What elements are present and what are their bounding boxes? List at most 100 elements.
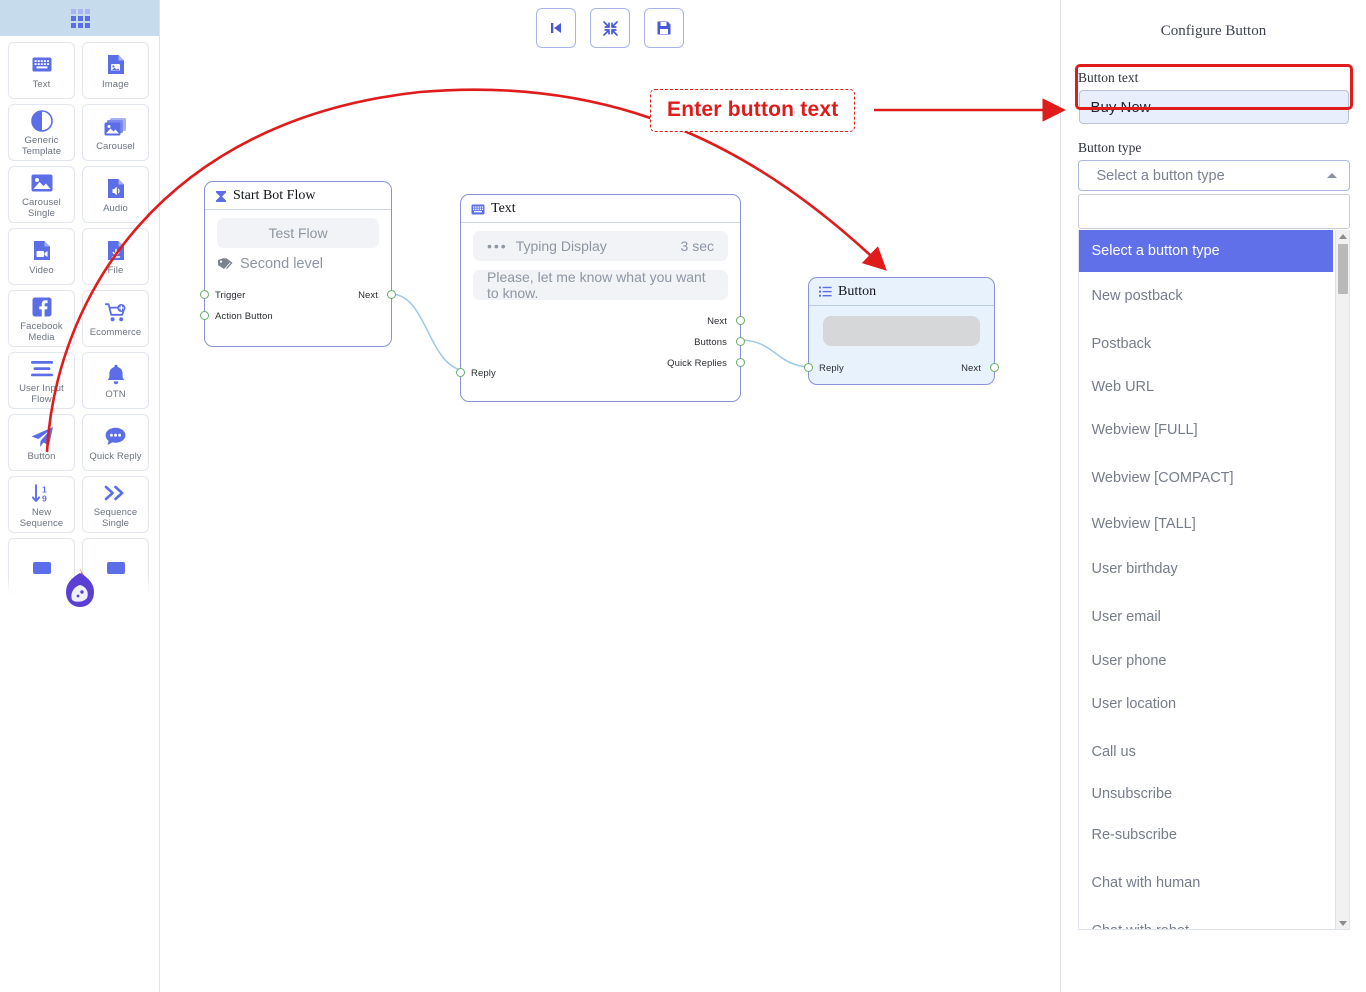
- button-type-option-call-us[interactable]: Call us: [1079, 728, 1333, 776]
- scrollbar-thumb[interactable]: [1337, 244, 1348, 294]
- button-type-option-webview-compact-[interactable]: Webview [COMPACT]: [1079, 454, 1333, 502]
- button-type-option-select-a-button-type[interactable]: Select a button type: [1078, 230, 1333, 272]
- node-tag: Second level: [217, 256, 379, 272]
- port-trigger[interactable]: [200, 290, 209, 299]
- port-label-next: Next: [707, 316, 727, 327]
- palette-grid: Text Image Generic Template Carousel Carouse…: [0, 36, 159, 595]
- palette-item-otn[interactable]: OTN: [82, 352, 149, 409]
- node-header: Start Bot Flow: [205, 182, 391, 210]
- palette-item-file[interactable]: File: [82, 228, 149, 285]
- node-button[interactable]: Button Reply Next: [804, 277, 999, 385]
- button-type-option-list[interactable]: Select a button type New postback Postback…: [1077, 230, 1350, 930]
- node-title: Button: [838, 284, 877, 299]
- palette-item-user-input-flow[interactable]: User Input Flow: [8, 352, 75, 409]
- facebook-icon: [32, 296, 52, 318]
- scroll-down-arrow-icon[interactable]: [1338, 921, 1347, 926]
- node-text[interactable]: Text ••• Typing Display 3 sec Please, le…: [456, 194, 745, 402]
- button-type-option-unsubscribe[interactable]: Unsubscribe: [1079, 776, 1333, 811]
- skip-backward-icon: [551, 23, 561, 33]
- port-label-buttons: Buttons: [694, 337, 727, 348]
- paper-plane-icon: [30, 426, 54, 448]
- button-type-option-webview-full-[interactable]: Webview [FULL]: [1079, 406, 1333, 454]
- palette-item-label: New Sequence: [19, 507, 64, 529]
- palette-item-generic-template[interactable]: Generic Template: [8, 104, 75, 161]
- test-flow-button[interactable]: Test Flow: [217, 218, 379, 248]
- button-type-option-user-email[interactable]: User email: [1079, 593, 1333, 641]
- button-type-option-postback[interactable]: Postback: [1079, 320, 1333, 368]
- palette-item-carousel-single[interactable]: Carousel Single: [8, 166, 75, 223]
- scroll-up-arrow-icon[interactable]: [1338, 234, 1347, 239]
- palette-item-facebook-media[interactable]: Facebook Media: [8, 290, 75, 347]
- palette-item-label: Carousel Single: [22, 197, 61, 219]
- floppy-disk-icon: [657, 21, 671, 35]
- node-start-bot-flow[interactable]: Start Bot Flow Test Flow Second level Tr…: [200, 181, 396, 347]
- port-action-button[interactable]: [200, 311, 209, 320]
- palette-item-new-sequence[interactable]: 1 9 New Sequence: [8, 476, 75, 533]
- port-reply[interactable]: [456, 368, 465, 377]
- message-text[interactable]: Please, let me know what you want to kno…: [473, 269, 728, 301]
- palette-item-label: Quick Reply: [89, 450, 142, 462]
- carousel-images-icon: [104, 116, 127, 138]
- fit-to-screen-button[interactable]: [590, 8, 630, 48]
- button-type-option-web-url[interactable]: Web URL: [1079, 368, 1333, 406]
- palette-item-sequence-single[interactable]: Sequence Single: [82, 476, 149, 533]
- button-type-label: Button type: [1078, 140, 1142, 155]
- palette-item-label: Carousel: [96, 140, 135, 152]
- palette-item-quick-reply[interactable]: Quick Reply: [82, 414, 149, 471]
- button-type-option-webview-tall-[interactable]: Webview [TALL]: [1079, 502, 1333, 545]
- configure-button-panel: Configure Button Button text Button type…: [1060, 0, 1366, 992]
- node-header: Text: [461, 195, 740, 223]
- flow-canvas[interactable]: Start Bot Flow Test Flow Second level Tr…: [160, 0, 1060, 992]
- collapse-arrows-icon: [602, 20, 618, 36]
- shopping-cart-icon: [104, 302, 127, 324]
- port-next[interactable]: [736, 316, 745, 325]
- palette-item-audio[interactable]: Audio: [82, 166, 149, 223]
- apps-grid-icon[interactable]: [70, 8, 90, 28]
- port-next[interactable]: [990, 363, 999, 372]
- keyboard-icon: [32, 54, 52, 76]
- sidebar-header: [0, 0, 159, 36]
- palette-item-button[interactable]: Button: [8, 414, 75, 471]
- palette-item-ecommerce[interactable]: Ecommerce: [82, 290, 149, 347]
- port-reply[interactable]: [804, 363, 813, 372]
- tag-icon: [218, 257, 233, 270]
- button-type-option-chat-with-human[interactable]: Chat with human: [1079, 859, 1333, 907]
- palette-item-text[interactable]: Text: [8, 42, 75, 99]
- button-type-option-user-birthday[interactable]: User birthday: [1079, 545, 1333, 593]
- dropdown-search-input[interactable]: [1077, 194, 1350, 229]
- palette-item-label: User Input Flow: [19, 383, 64, 405]
- palette-item-label: Facebook Media: [20, 321, 63, 343]
- palette-item-image[interactable]: Image: [82, 42, 149, 99]
- connector-wires: [391, 293, 811, 372]
- back-to-start-button[interactable]: [536, 8, 576, 48]
- button-type-option-user-location[interactable]: User location: [1079, 680, 1333, 728]
- palette-item-label: Video: [29, 264, 54, 276]
- palette-item-label: File: [107, 264, 124, 276]
- button-type-option-re-subscribe[interactable]: Re-subscribe: [1079, 811, 1333, 859]
- port-next[interactable]: [387, 290, 396, 299]
- save-button[interactable]: [644, 8, 684, 48]
- node-title: Start Bot Flow: [233, 188, 316, 203]
- palette-item-label: OTN: [105, 388, 126, 400]
- node-body: Test Flow Second level: [205, 210, 391, 278]
- button-type-option-user-phone[interactable]: User phone: [1079, 641, 1333, 680]
- typing-display-row[interactable]: ••• Typing Display 3 sec: [473, 231, 728, 261]
- node-tag-label: Second level: [240, 256, 324, 272]
- palette-item-label: Generic Template: [21, 135, 62, 157]
- button-type-select[interactable]: Select a button type: [1077, 160, 1350, 191]
- dropdown-scrollbar[interactable]: [1334, 230, 1349, 929]
- button-type-option-chat-with-robot[interactable]: Chat with robot: [1079, 907, 1333, 929]
- annotation-callout: Enter button text: [650, 89, 856, 132]
- partial-icon: [32, 557, 52, 579]
- palette-item-label: Button: [27, 450, 56, 462]
- list-icon: [819, 286, 832, 298]
- button-text-input[interactable]: [1078, 90, 1349, 124]
- keyboard-icon: [471, 204, 485, 215]
- button-type-selected-value: Select a button type: [1096, 167, 1225, 184]
- port-quick-replies[interactable]: [736, 358, 745, 367]
- palette-item-carousel[interactable]: Carousel: [82, 104, 149, 161]
- button-type-option-new-postback[interactable]: New postback: [1079, 272, 1333, 320]
- port-buttons[interactable]: [736, 337, 745, 346]
- button-placeholder[interactable]: [823, 316, 980, 346]
- palette-item-video[interactable]: Video: [8, 228, 75, 285]
